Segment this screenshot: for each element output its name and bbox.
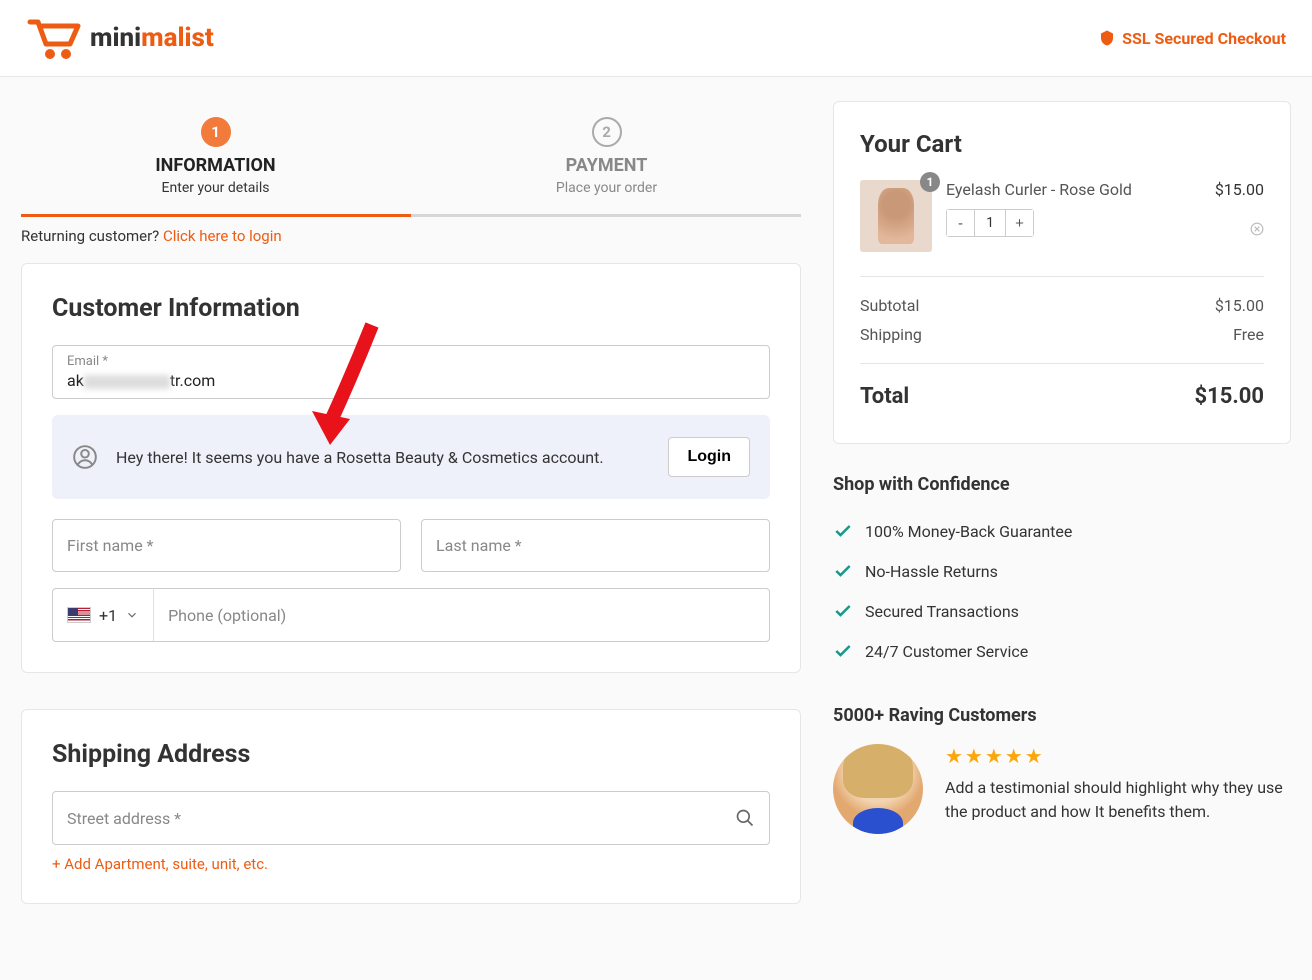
step-number: 1 (201, 117, 231, 147)
confidence-section: Shop with Confidence 100% Money-Back Gua… (833, 474, 1291, 671)
step-number: 2 (592, 117, 622, 147)
raving-heading: 5000+ Raving Customers (833, 705, 1291, 726)
logo-text: minimalist (90, 23, 214, 53)
conf-item: 100% Money-Back Guarantee (833, 511, 1291, 551)
cart-item: 1 Eyelash Curler - Rose Gold - 1 + $15.0… (860, 180, 1264, 277)
cart-card: Your Cart 1 Eyelash Curler - Rose Gold -… (833, 101, 1291, 444)
phone-field[interactable]: +1 Phone (optional) (52, 588, 770, 642)
item-price: $15.00 (1215, 180, 1264, 199)
ssl-badge: SSL Secured Checkout (1098, 29, 1286, 48)
quantity-stepper: - 1 + (946, 209, 1034, 237)
customer-heading: Customer Information (52, 294, 770, 323)
star-rating: ★★★★★ (945, 744, 1291, 768)
us-flag-icon (67, 607, 91, 623)
customer-info-card: Customer Information Email * aktr.com He… (21, 263, 801, 673)
qty-value: 1 (975, 210, 1005, 236)
cart-heading: Your Cart (860, 130, 1264, 158)
close-icon (1250, 222, 1264, 236)
first-name-field[interactable]: First name * (52, 519, 401, 572)
subtotal-row: Subtotal$15.00 (860, 291, 1264, 320)
user-icon (72, 444, 98, 470)
shipping-card: Shipping Address Street address * + Add … (21, 709, 801, 904)
login-link[interactable]: Click here to login (163, 227, 282, 245)
avatar (833, 744, 923, 834)
account-notice: Hey there! It seems you have a Rosetta B… (52, 415, 770, 499)
last-name-field[interactable]: Last name * (421, 519, 770, 572)
step-information[interactable]: 1 INFORMATION Enter your details (21, 101, 410, 206)
login-button[interactable]: Login (668, 437, 750, 477)
qty-badge: 1 (920, 172, 940, 192)
shield-icon (1098, 29, 1116, 47)
search-icon (735, 808, 755, 828)
item-name: Eyelash Curler - Rose Gold (946, 180, 1201, 199)
check-icon (833, 521, 853, 541)
progress-bar (21, 214, 801, 217)
email-field[interactable]: Email * aktr.com (52, 345, 770, 399)
testimonial-text: Add a testimonial should highlight why t… (945, 776, 1291, 824)
checkout-steps: 1 INFORMATION Enter your details 2 PAYME… (21, 101, 801, 206)
add-apartment-link[interactable]: + Add Apartment, suite, unit, etc. (52, 855, 770, 873)
remove-item-button[interactable] (1215, 221, 1264, 240)
conf-item: 24/7 Customer Service (833, 631, 1291, 671)
total-row: Total$15.00 (860, 364, 1264, 409)
qty-decrease-button[interactable]: - (947, 210, 975, 236)
conf-item: Secured Transactions (833, 591, 1291, 631)
logo[interactable]: minimalist (26, 16, 214, 60)
conf-item: No-Hassle Returns (833, 551, 1291, 591)
shipping-heading: Shipping Address (52, 740, 770, 769)
cart-icon (26, 16, 82, 60)
shipping-row: ShippingFree (860, 320, 1264, 349)
check-icon (833, 641, 853, 661)
testimonial: ★★★★★ Add a testimonial should highlight… (833, 744, 1291, 834)
country-code-select[interactable]: +1 (53, 589, 154, 641)
check-icon (833, 561, 853, 581)
check-icon (833, 601, 853, 621)
step-payment[interactable]: 2 PAYMENT Place your order (412, 101, 801, 206)
header: minimalist SSL Secured Checkout (0, 0, 1312, 77)
street-field[interactable]: Street address * (52, 791, 770, 845)
qty-increase-button[interactable]: + (1005, 210, 1033, 236)
chevron-down-icon (125, 608, 139, 622)
returning-customer: Returning customer? Click here to login (21, 227, 801, 245)
item-image: 1 (860, 180, 932, 252)
